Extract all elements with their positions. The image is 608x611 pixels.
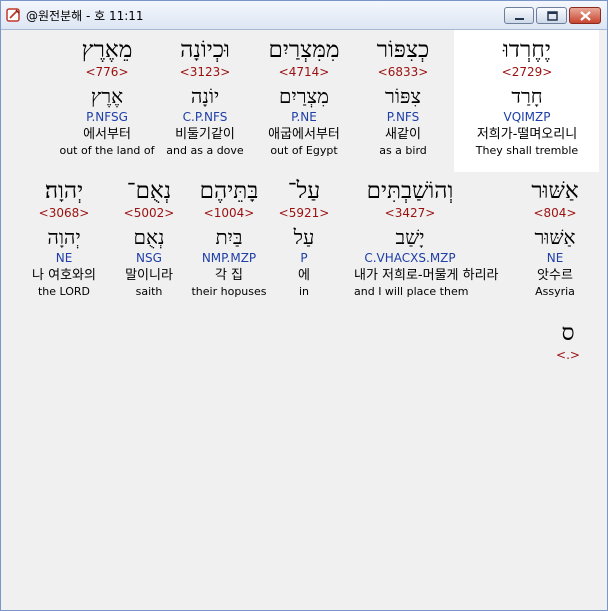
- word-cell[interactable]: וְהוֹשַׁבְתִּים <3427> יָשַׁב C.VHACXS.MZP 내…: [354, 177, 499, 299]
- word-cell[interactable]: יְהוָה׃ <3068> יְהוָה NE 나 여호와의 the LORD: [8, 177, 120, 299]
- close-button[interactable]: [569, 7, 601, 24]
- strong-number: <6833>: [377, 65, 429, 79]
- word-cell[interactable]: יֶחֶרְדוּ <2729> חָרַד VQIMZP 저희가-떨며오리니 They …: [471, 36, 583, 158]
- english-gloss: They shall tremble: [475, 144, 579, 157]
- english-gloss: the LORD: [37, 285, 91, 298]
- strong-number: <3123>: [179, 65, 231, 79]
- maximize-icon: [547, 11, 558, 21]
- korean-gloss: 앗수르: [537, 268, 573, 283]
- minimize-icon: [515, 18, 524, 20]
- word-cell[interactable]: כְצִפּוֹר <6833> צִפּוֹר P.NFS 새같이 as a bird: [347, 36, 459, 158]
- lexical-form: יְהוָה: [47, 225, 81, 249]
- lexical-form: אַשּׁוּר: [534, 225, 576, 249]
- parsing-code: C.VHACXS.MZP: [364, 251, 456, 265]
- english-gloss: as a bird: [379, 144, 427, 157]
- strong-number: <3068>: [38, 206, 90, 220]
- parsing-code: VQIMZP: [503, 110, 551, 124]
- lexical-form: צִפּוֹר: [385, 84, 421, 108]
- lexical-form: מִצְרַיִם: [279, 84, 329, 108]
- strong-number: <3427>: [384, 206, 436, 220]
- korean-gloss: 내가 저희로-머물게 하리라: [354, 268, 499, 283]
- korean-gloss: 에서부터: [83, 127, 131, 142]
- window-title: @원전분해 - 호 11:11: [26, 9, 144, 23]
- strong-number: <2729>: [501, 65, 553, 79]
- strong-number: <776>: [85, 65, 129, 79]
- strong-number: <4714>: [278, 65, 330, 79]
- word-cell[interactable]: מִמִּצְרַיִם <4714> מִצְרַיִם P.NE 애굽에서부터 out…: [248, 36, 360, 158]
- word-cell[interactable]: וּכְיוֹנָה <3123> יוֹנָה C.P.NFS 비둘기같이 and as…: [149, 36, 261, 158]
- strong-number: <804>: [533, 206, 577, 220]
- parsing-code: NE: [55, 251, 73, 265]
- hebrew-word: אַשּׁוּר: [531, 178, 579, 204]
- hebrew-word: ס: [561, 320, 575, 346]
- korean-gloss: 새같이: [385, 127, 421, 142]
- verse-analysis-panel: יֶחֶרְדוּ <2729> חָרַד VQIMZP 저희가-떨며오리니 They …: [8, 30, 601, 606]
- english-gloss: and I will place them: [354, 285, 469, 298]
- hebrew-word: יְהוָה׃: [44, 178, 84, 204]
- app-window: @원전분해 - 호 11:11 יֶחֶרְדוּ <2729> חָרַד VQIM…: [0, 0, 608, 611]
- title-bar[interactable]: @원전분해 - 호 11:11: [1, 1, 607, 30]
- english-gloss: out of Egypt: [270, 144, 338, 157]
- parsing-code: P.NFSG: [86, 110, 128, 124]
- parsing-code: P.NFS: [386, 110, 420, 124]
- parsing-code: P.NE: [291, 110, 317, 124]
- english-gloss: out of the land of: [59, 144, 155, 157]
- lexical-form: חָרַד: [511, 84, 543, 108]
- hebrew-word: כְצִפּוֹר: [376, 37, 430, 63]
- hebrew-word: וְהוֹשַׁבְתִּים: [366, 178, 454, 204]
- lexical-form: יָשַׁב: [395, 225, 425, 249]
- word-cell[interactable]: מֵאֶרֶץ <776> אֶרֶץ P.NFSG 에서부터 out of the la…: [51, 36, 163, 158]
- korean-gloss: 비둘기같이: [175, 127, 235, 142]
- parsing-code: C.P.NFS: [182, 110, 228, 124]
- strong-number: <.>: [556, 348, 580, 362]
- korean-gloss: 저희가-떨며오리니: [476, 127, 578, 142]
- hebrew-word: יֶחֶרְדוּ: [503, 37, 551, 63]
- parsing-code: NE: [546, 251, 564, 265]
- hebrew-word: מִמִּצְרַיִם: [268, 37, 340, 63]
- hebrew-word: מֵאֶרֶץ: [81, 37, 133, 63]
- close-icon: [580, 11, 591, 21]
- lexical-form: יוֹנָה: [190, 84, 220, 108]
- english-gloss: Assyria: [535, 285, 575, 298]
- korean-gloss: 나 여호와의: [32, 268, 96, 283]
- lexical-form: אֶרֶץ: [90, 84, 124, 108]
- english-gloss: and as a dove: [166, 144, 244, 157]
- minimize-button[interactable]: [504, 7, 534, 24]
- bible-app-icon: [6, 8, 20, 22]
- maximize-button[interactable]: [536, 7, 567, 24]
- word-cell[interactable]: ס <.>: [512, 319, 608, 362]
- hebrew-word: וּכְיוֹנָה: [180, 37, 230, 63]
- word-cell[interactable]: אַשּׁוּר <804> אַשּׁוּר NE 앗수르 Assyria: [499, 177, 608, 299]
- korean-gloss: 애굽에서부터: [268, 127, 340, 142]
